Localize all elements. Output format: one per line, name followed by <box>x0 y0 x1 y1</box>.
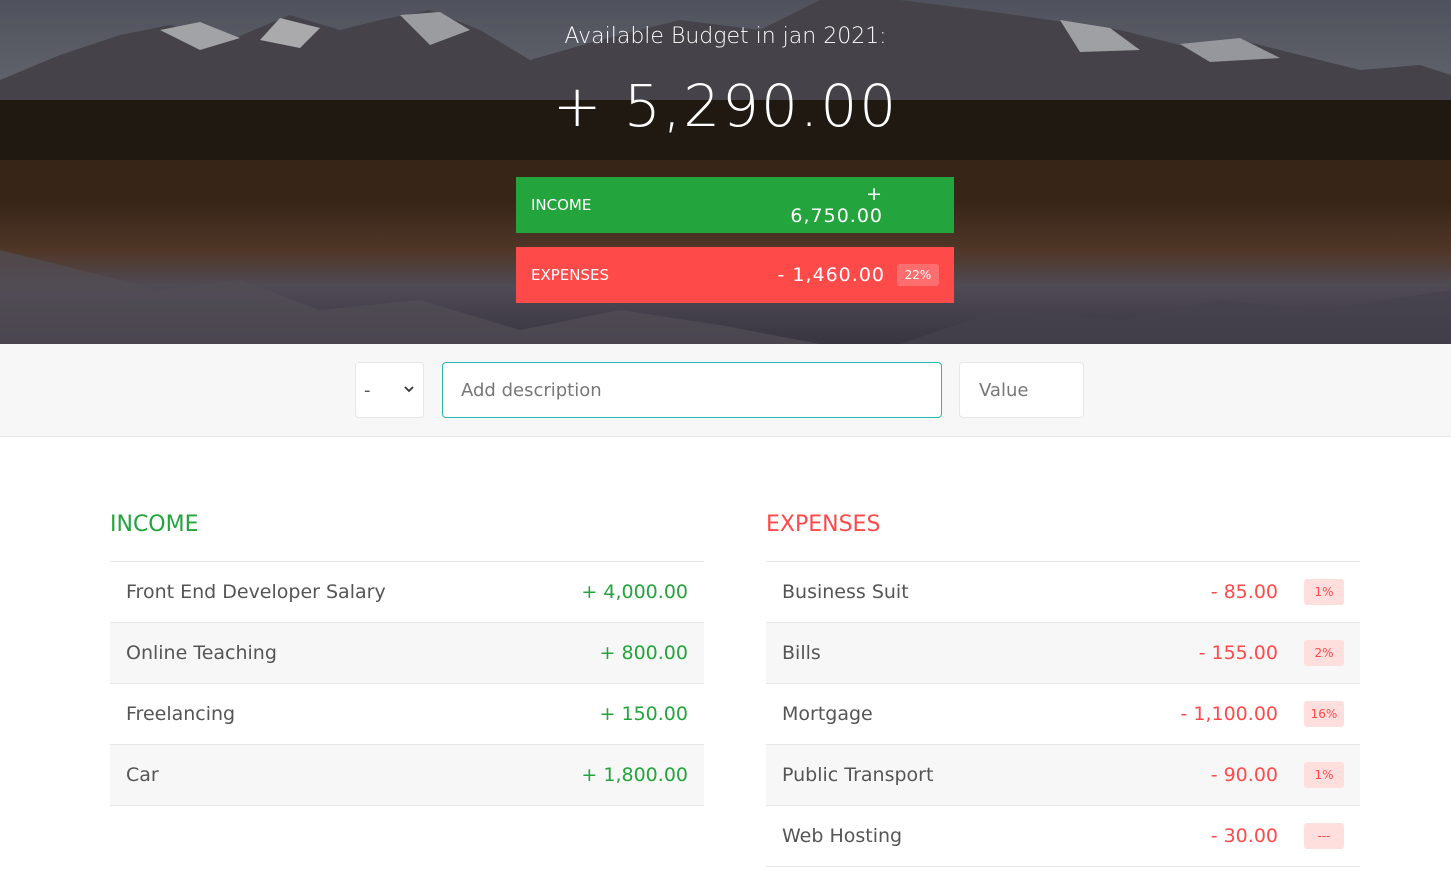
expense-item[interactable]: Public Transport - 90.00 1% <box>766 745 1360 806</box>
item-description: Car <box>126 764 159 786</box>
item-description: Web Hosting <box>782 825 903 847</box>
budget-title: Available Budget in jan 2021: <box>564 24 887 49</box>
expense-item[interactable]: Business Suit - 85.00 1% <box>766 562 1360 623</box>
type-select-value: - <box>364 379 371 401</box>
expenses-summary: Expenses - 1,460.00 22% <box>516 247 954 303</box>
item-description: Online Teaching <box>126 642 277 664</box>
item-value: - 155.00 <box>1198 642 1278 664</box>
expense-item[interactable]: Web Hosting - 30.00 --- <box>766 806 1360 867</box>
item-description: Front End Developer Salary <box>126 581 386 603</box>
item-value: - 90.00 <box>1210 764 1278 786</box>
income-item[interactable]: Car + 1,800.00 <box>110 745 704 806</box>
expenses-list-title: Expenses <box>766 512 1360 562</box>
type-select[interactable]: - <box>355 362 424 418</box>
value-input[interactable] <box>959 362 1084 418</box>
expenses-percentage-badge: 22% <box>897 264 939 286</box>
income-summary-value: + 6,750.00 <box>790 183 883 227</box>
description-input[interactable] <box>442 362 942 418</box>
expense-item[interactable]: Mortgage - 1,100.00 16% <box>766 684 1360 745</box>
item-value: + 150.00 <box>599 703 688 725</box>
item-description: Business Suit <box>782 581 909 603</box>
expense-item[interactable]: Bills - 155.00 2% <box>766 623 1360 684</box>
item-value: + 4,000.00 <box>581 581 688 603</box>
item-description: Bills <box>782 642 821 664</box>
item-percentage-badge: 16% <box>1304 701 1344 727</box>
income-list: Income Front End Developer Salary + 4,00… <box>110 512 704 806</box>
item-description: Freelancing <box>126 703 236 725</box>
item-percentage-badge: 1% <box>1304 579 1344 605</box>
budget-header: Available Budget in jan 2021: + 5,290.00… <box>0 0 1451 344</box>
income-list-title: Income <box>110 512 704 562</box>
expenses-list: Expenses Business Suit - 85.00 1% Bills … <box>766 512 1360 867</box>
expenses-summary-value: - 1,460.00 <box>777 264 885 286</box>
item-value: - 85.00 <box>1210 581 1278 603</box>
item-percentage-badge: 2% <box>1304 640 1344 666</box>
chevron-down-icon <box>404 386 414 393</box>
item-percentage-badge: 1% <box>1304 762 1344 788</box>
add-item-bar: - <box>0 344 1451 437</box>
item-value: + 1,800.00 <box>581 764 688 786</box>
item-value: - 1,100.00 <box>1180 703 1278 725</box>
item-value: + 800.00 <box>599 642 688 664</box>
item-description: Public Transport <box>782 764 934 786</box>
income-item[interactable]: Freelancing + 150.00 <box>110 684 704 745</box>
item-description: Mortgage <box>782 703 873 725</box>
item-value: - 30.00 <box>1210 825 1278 847</box>
income-summary-label: Income <box>531 196 592 214</box>
income-summary: Income + 6,750.00 <box>516 177 954 233</box>
income-item[interactable]: Front End Developer Salary + 4,000.00 <box>110 562 704 623</box>
item-percentage-badge: --- <box>1304 823 1344 849</box>
expenses-summary-label: Expenses <box>531 266 610 284</box>
available-budget-value: + 5,290.00 <box>552 72 899 140</box>
income-item[interactable]: Online Teaching + 800.00 <box>110 623 704 684</box>
